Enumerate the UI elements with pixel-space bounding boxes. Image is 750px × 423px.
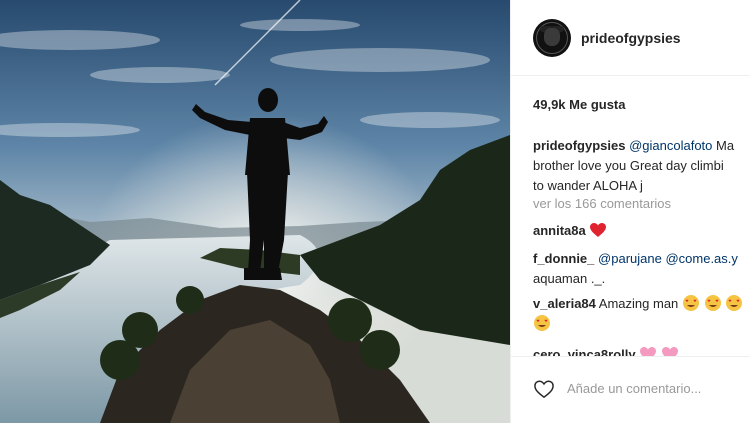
heart-eyes-emoji-icon xyxy=(704,295,721,311)
caption: prideofgypsies @giancolafoto Ma brother … xyxy=(533,136,734,196)
caption-username[interactable]: prideofgypsies xyxy=(533,138,625,153)
post-side-panel: prideofgypsies 49,9k Me gusta prideofgyp… xyxy=(510,0,750,423)
add-comment-input[interactable] xyxy=(567,381,747,396)
comments-list[interactable]: prideofgypsies @giancolafoto Ma brother … xyxy=(533,136,750,356)
post-header: prideofgypsies xyxy=(511,0,750,76)
caption-text-1: Ma xyxy=(712,138,735,153)
view-all-comments-link[interactable]: ver los 166 comentarios xyxy=(533,194,671,214)
heart-eyes-emoji-icon xyxy=(682,295,699,311)
post-photo[interactable] xyxy=(0,0,510,423)
heart-eyes-emoji-icon xyxy=(534,315,550,331)
comment-item: v_aleria84 Amazing man xyxy=(533,294,743,334)
heart-eyes-emoji-icon xyxy=(726,295,743,311)
pink-heart-emoji-icon xyxy=(640,347,657,356)
comment-emoji-line xyxy=(533,314,743,334)
avatar-face xyxy=(544,27,560,46)
heart-outline-icon[interactable] xyxy=(533,379,555,399)
comment-footer xyxy=(511,356,750,423)
comment-text: Amazing man xyxy=(595,296,679,311)
caption-line-3: to wander ALOHA j xyxy=(533,178,643,193)
comment-username[interactable]: cero_vinca8rolly xyxy=(533,347,636,356)
comment-username[interactable]: f_donnie_ xyxy=(533,251,594,266)
comment-item: annita8a xyxy=(533,221,607,241)
avatar[interactable] xyxy=(533,18,571,57)
like-count[interactable]: 49,9k Me gusta xyxy=(533,97,626,112)
caption-line-2: brother love you Great day climbi xyxy=(533,158,724,173)
comment-item: cero_vinca8rolly xyxy=(533,345,679,356)
comment-username[interactable]: v_aleria84 xyxy=(533,296,596,311)
caption-mention[interactable]: @giancolafoto xyxy=(629,138,712,153)
comment-text: aquaman ._. xyxy=(533,271,606,286)
instagram-post-modal: prideofgypsies 49,9k Me gusta prideofgyp… xyxy=(0,0,750,423)
landscape-photo xyxy=(0,0,510,423)
view-all-comments[interactable]: ver los 166 comentarios xyxy=(533,194,671,214)
comment-mention[interactable]: @come.as.y xyxy=(665,251,737,266)
comment-item: f_donnie_ @parujane @come.as.y aquaman .… xyxy=(533,249,738,289)
caption-line-1: prideofgypsies @giancolafoto Ma xyxy=(533,136,734,156)
pink-heart-emoji-icon xyxy=(661,347,678,356)
post-username[interactable]: prideofgypsies xyxy=(581,30,681,46)
comment-username[interactable]: annita8a xyxy=(533,223,586,238)
red-heart-emoji-icon xyxy=(590,223,607,237)
comment-mention[interactable]: @parujane xyxy=(598,251,662,266)
